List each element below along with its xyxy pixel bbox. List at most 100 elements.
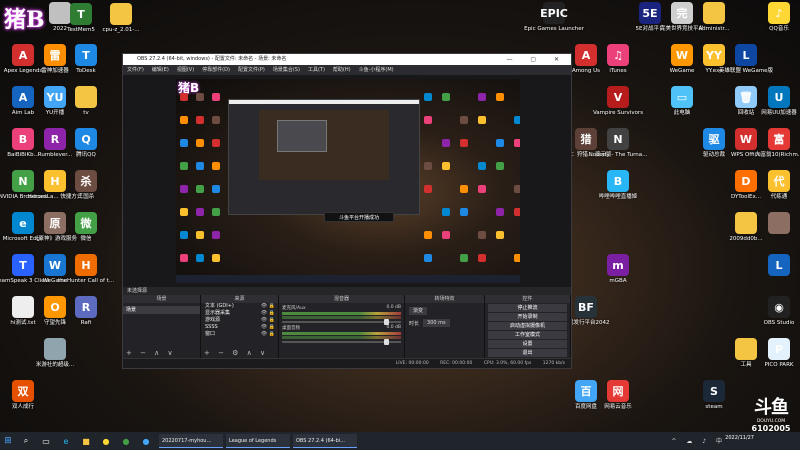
system-tray[interactable]: ^ ☁ ♪ 中 (671, 436, 726, 445)
preview-desktop-icon (442, 208, 450, 216)
source-item[interactable]: 显示器采集 👁 🔒 (201, 310, 278, 317)
source-item[interactable]: SSSS 👁 🔒 (201, 324, 278, 331)
desktop-icon[interactable]: cpu-z_2.01-... (99, 3, 143, 34)
desktop-icon[interactable]: 代代练通 (757, 170, 800, 201)
desktop-icon[interactable]: 双双人成行 (1, 380, 45, 411)
edge-icon[interactable]: e (59, 434, 73, 448)
search-icon[interactable]: ⌕ (19, 434, 33, 448)
source-item[interactable]: 游戏源 👁 🔒 (201, 317, 278, 324)
desktop-icon[interactable]: 富大富翁10(Richm... (755, 128, 800, 159)
source-tools[interactable]: + − ⚙ ∧ ∨ (204, 349, 268, 357)
desktop-icon[interactable]: 米游社的超级... (33, 338, 77, 369)
desktop-icon[interactable]: Q 腾讯QQ (64, 128, 108, 159)
menu-item[interactable]: 场景集合(S) (273, 67, 300, 73)
desktop-icon[interactable]: m mGBA (596, 254, 640, 285)
control-button[interactable]: 设置 (488, 340, 567, 348)
volume-slider[interactable] (282, 339, 401, 345)
chrome-icon[interactable]: ● (99, 434, 113, 448)
desktop-icon[interactable]: L 英雄联盟 WeGame版 (719, 44, 773, 75)
taskbar-app[interactable]: League of Legends (226, 434, 290, 448)
app-icon (110, 3, 132, 25)
desktop-icon[interactable]: 杀三国杀 (64, 170, 108, 201)
control-button[interactable]: 停止推流 (488, 304, 567, 312)
desktop-icon[interactable]: EPIC Epic Games Launcher (524, 2, 584, 33)
control-button[interactable]: 退出 (488, 349, 567, 357)
menu-item[interactable]: 配置文件(P) (238, 67, 265, 73)
menu-item[interactable]: 文件(F) (127, 67, 144, 73)
desktop-icon-label: 百度网盘 (574, 404, 597, 410)
scene-tools[interactable]: + − ∧ ∨ (126, 349, 176, 357)
desktop-icon[interactable]: T TestMem5 (59, 3, 103, 34)
visibility-lock-icon[interactable]: 👁 🔒 (261, 317, 275, 324)
app-icon: 完 (671, 2, 693, 24)
taskbar-app[interactable]: 20220717-myhou... (159, 434, 223, 448)
taskbar-clock[interactable]: 2022/11/27 (725, 435, 754, 441)
desktop-icon-label: cpu-z_2.01-... (102, 27, 140, 33)
control-button[interactable]: 开始录制 (488, 313, 567, 321)
visibility-lock-icon[interactable]: 👁 🔒 (261, 331, 275, 338)
folder-icon[interactable]: ■ (79, 434, 93, 448)
app-icon: L (735, 44, 757, 66)
volume-meter (282, 312, 401, 315)
controls-header: 控件 (485, 295, 570, 303)
desktop-icon[interactable]: P PICO PARK (757, 338, 800, 369)
taskbar-app[interactable]: OBS 27.2.4 (64-bi... (293, 434, 357, 448)
desktop-icon-label: 代练通 (770, 194, 788, 200)
app-icon: H (75, 254, 97, 276)
visibility-lock-icon[interactable]: 👁 🔒 (261, 324, 275, 331)
menu-item[interactable]: 停靠部件(D) (202, 67, 230, 73)
stream-preview[interactable]: 猪B 斗鱼平台开播成功 (176, 79, 520, 283)
visibility-lock-icon[interactable]: 👁 🔒 (261, 310, 275, 317)
desktop-icon[interactable]: R Rafi (64, 296, 108, 327)
preview-desktop-icon (196, 162, 204, 170)
desktop-icon[interactable]: 微微信 (64, 212, 108, 243)
desktop-icon[interactable]: T ToDesk (64, 44, 108, 75)
preview-desktop-icon (478, 254, 486, 262)
menu-item[interactable]: 编辑(E) (152, 67, 169, 73)
desktop-icon[interactable]: Ssteam (692, 380, 736, 411)
window-controls[interactable]: — ▢ ✕ (506, 54, 567, 65)
desktop-icon[interactable]: ♫ iTunes (596, 44, 640, 75)
app-icon: Q (75, 128, 97, 150)
source-item[interactable]: 文本 (GDI+) 👁 🔒 (201, 303, 278, 310)
menu-item[interactable]: 工具(T) (308, 67, 325, 73)
duration-input[interactable]: 300 ms (423, 319, 450, 327)
app-icon: T (75, 44, 97, 66)
desktop-icon[interactable]: ▭ 此电脑 (660, 86, 704, 117)
desktop-icon[interactable]: ◉ OBS Studio (757, 296, 800, 327)
visibility-lock-icon[interactable]: 👁 🔒 (261, 303, 275, 310)
desktop-icon[interactable] (757, 212, 800, 236)
menu-item[interactable]: 帮助(H) (333, 67, 351, 73)
transition-select[interactable]: 渐变 (409, 307, 428, 315)
qq-icon[interactable]: ● (139, 434, 153, 448)
desktop-icon[interactable]: HtheHunter Call of t... (58, 254, 114, 285)
desktop-icon[interactable]: V Vampire Survivors (593, 86, 643, 117)
obs-titlebar[interactable]: OBS 27.2.4 (64-bit, windows) - 配置文件: 未命名… (123, 54, 571, 65)
desktop-icon[interactable]: 网网易云音乐 (596, 380, 640, 411)
desktop-icon[interactable]: ♪ QQ音乐 (757, 2, 800, 33)
control-button[interactable]: 工作室模式 (488, 331, 567, 339)
menu-item[interactable]: 视图(V) (177, 67, 194, 73)
desktop-icon[interactable]: B 哔哩哔哩直播姬 (596, 170, 640, 201)
app-icon: T (70, 3, 92, 25)
control-button[interactable]: 启动虚拟摄像机 (488, 322, 567, 330)
scene-item[interactable]: 场景 (123, 306, 200, 314)
app-icon: U (768, 86, 790, 108)
task-view-icon[interactable]: ▭ (39, 434, 53, 448)
desktop-icon[interactable]: tv (64, 86, 108, 117)
start-button[interactable]: ⊞ (0, 432, 16, 450)
wechat-icon[interactable]: ● (119, 434, 133, 448)
desktop-icon[interactable]: Administr... (692, 2, 736, 33)
preview-desktop-icon (514, 254, 520, 262)
obs-window[interactable]: OBS 27.2.4 (64-bit, windows) - 配置文件: 未命名… (122, 53, 572, 369)
desktop-icon[interactable]: U 网易UU加速器 (757, 86, 800, 117)
menu-item[interactable]: 斗鱼-小程序(M) (359, 67, 394, 73)
source-item[interactable]: 窗口 👁 🔒 (201, 331, 278, 338)
desktop-icon[interactable]: L (757, 254, 800, 278)
desktop-icon-label: 哔哩哔哩直播姬 (598, 194, 638, 200)
app-icon: 原 (44, 212, 66, 234)
scenes-header: 场景 (123, 295, 200, 303)
volume-slider[interactable] (282, 319, 401, 325)
preview-desktop-icon (460, 139, 468, 147)
desktop-icon[interactable]: N Nobody - The Turna... (589, 128, 647, 159)
